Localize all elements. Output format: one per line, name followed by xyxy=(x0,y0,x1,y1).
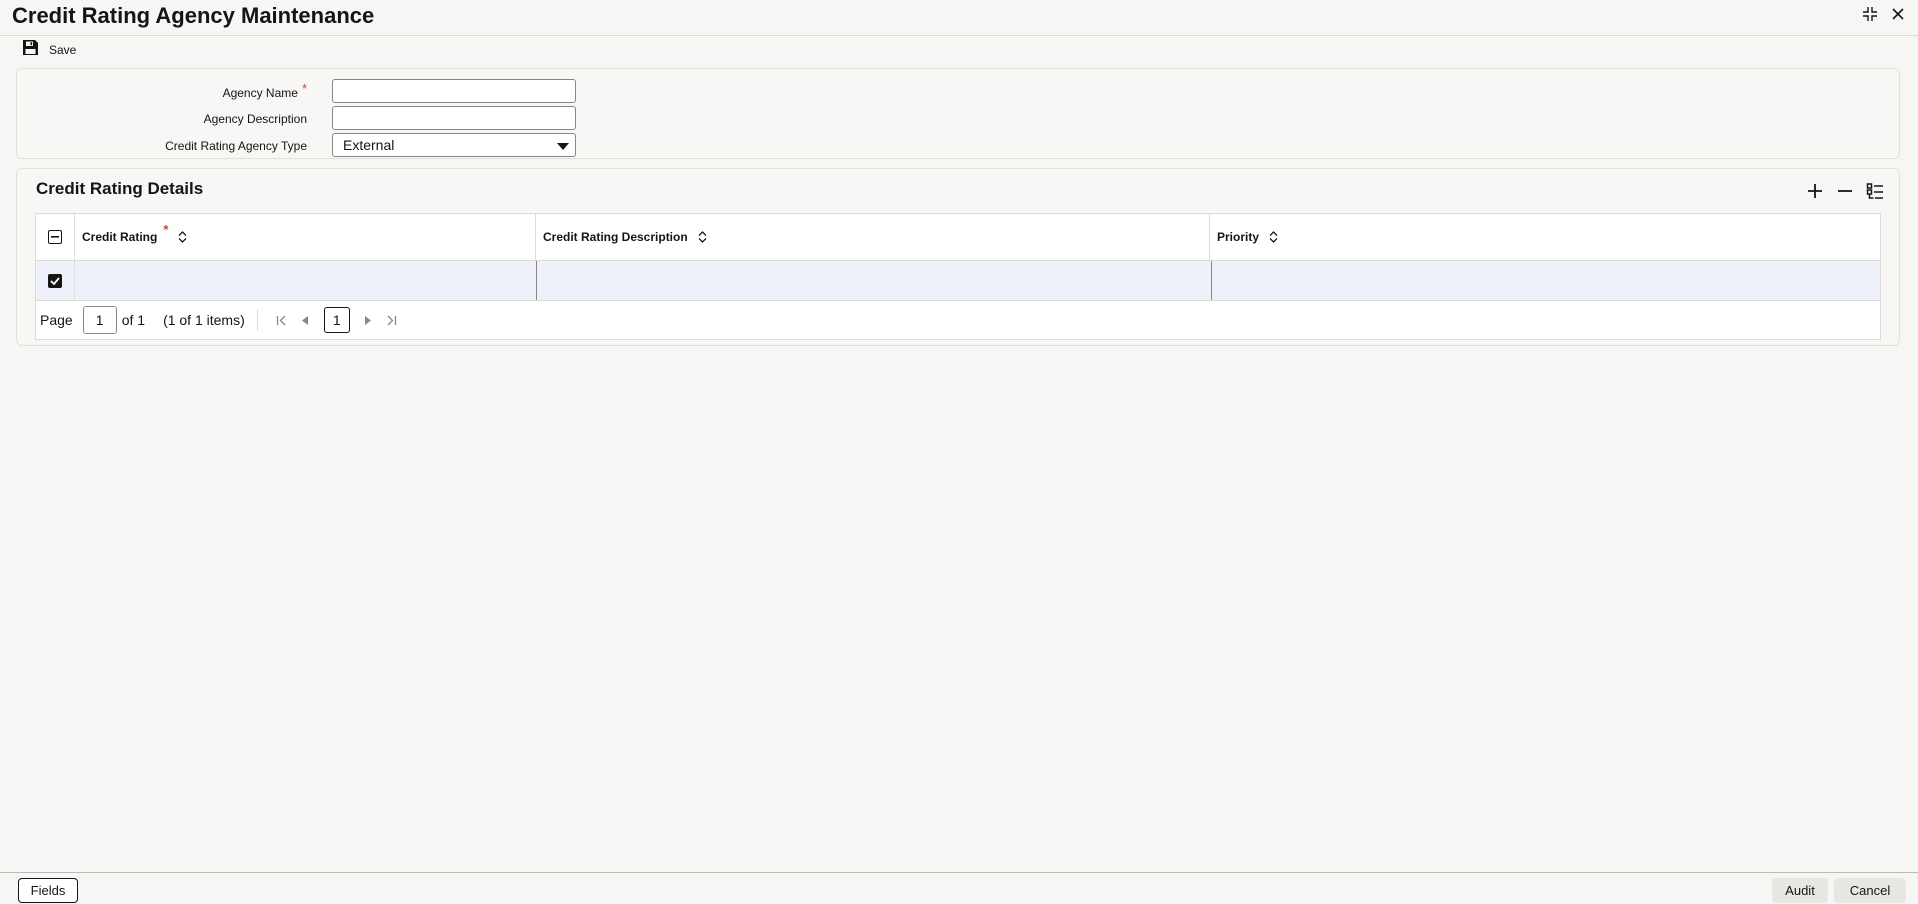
page-total: of 1 xyxy=(121,312,146,328)
audit-button[interactable]: Audit xyxy=(1772,878,1828,903)
table-row[interactable] xyxy=(36,261,1880,301)
page-label: Page xyxy=(40,312,73,328)
select-all-checkbox[interactable] xyxy=(48,230,62,244)
column-header-credit-rating[interactable]: Credit Rating * xyxy=(75,214,536,260)
sort-icon[interactable] xyxy=(178,231,187,243)
credit-rating-cell[interactable] xyxy=(75,261,537,300)
close-icon[interactable] xyxy=(1888,4,1908,24)
column-header-priority[interactable]: Priority xyxy=(1210,214,1880,260)
single-record-view-icon[interactable] xyxy=(1865,181,1885,201)
table-header: Credit Rating * Credit Rating Descriptio… xyxy=(36,214,1880,261)
agency-name-row: Agency Name * xyxy=(17,79,1899,105)
column-label: Priority xyxy=(1217,230,1260,244)
agency-name-input[interactable] xyxy=(332,79,576,103)
credit-rating-details-panel: Credit Rating Details Credit Rating * Cr… xyxy=(16,168,1900,346)
credit-rating-table: Credit Rating * Credit Rating Descriptio… xyxy=(35,213,1881,340)
page-number-input[interactable]: 1 xyxy=(82,306,117,334)
items-count: (1 of 1 items) xyxy=(163,312,245,328)
collapse-icon[interactable] xyxy=(1860,4,1880,24)
sort-icon[interactable] xyxy=(698,231,707,243)
grid-actions xyxy=(1805,181,1885,201)
row-select-cell xyxy=(36,261,75,300)
agency-type-row: Credit Rating Agency Type External xyxy=(17,133,1899,159)
save-label: Save xyxy=(49,43,77,57)
previous-page-icon[interactable] xyxy=(297,315,315,325)
pager-divider xyxy=(256,309,258,331)
column-label: Credit Rating xyxy=(82,230,158,244)
required-marker: * xyxy=(301,81,307,96)
pagination: Page 1 of 1 (1 of 1 items) 1 xyxy=(36,301,1880,339)
floppy-disk-icon xyxy=(22,39,39,61)
header-select-cell xyxy=(36,214,75,260)
cancel-button[interactable]: Cancel xyxy=(1834,878,1906,903)
required-marker: * xyxy=(163,221,169,237)
last-page-icon[interactable] xyxy=(383,315,401,326)
section-title: Credit Rating Details xyxy=(36,179,204,198)
caret-down-icon xyxy=(557,137,569,153)
next-page-icon[interactable] xyxy=(359,315,377,325)
footer-bar: Fields Audit Cancel xyxy=(0,872,1918,904)
title-divider xyxy=(0,35,1918,36)
agency-description-input[interactable] xyxy=(332,106,576,130)
agency-description-row: Agency Description xyxy=(17,106,1899,132)
sort-icon[interactable] xyxy=(1269,231,1278,243)
first-page-icon[interactable] xyxy=(273,315,291,326)
agency-name-label: Agency Name * xyxy=(222,81,307,100)
save-button[interactable]: Save xyxy=(22,39,76,61)
agency-type-select[interactable]: External xyxy=(332,133,576,157)
current-page-button[interactable]: 1 xyxy=(323,307,350,333)
column-label: Credit Rating Description xyxy=(543,230,688,244)
agency-type-value: External xyxy=(343,137,395,153)
add-row-icon[interactable] xyxy=(1805,181,1825,201)
agency-description-label: Agency Description xyxy=(203,112,307,126)
window-controls xyxy=(1860,4,1908,24)
priority-cell[interactable] xyxy=(1212,261,1880,300)
credit-rating-description-cell[interactable] xyxy=(537,261,1212,300)
header-form-panel: Agency Name * Agency Description Credit R… xyxy=(16,68,1900,159)
delete-row-icon[interactable] xyxy=(1835,181,1855,201)
row-checkbox[interactable] xyxy=(48,273,62,288)
agency-type-label: Credit Rating Agency Type xyxy=(165,139,307,153)
page-title: Credit Rating Agency Maintenance xyxy=(12,3,375,28)
column-header-credit-rating-description[interactable]: Credit Rating Description xyxy=(536,214,1210,260)
fields-button[interactable]: Fields xyxy=(18,878,78,903)
